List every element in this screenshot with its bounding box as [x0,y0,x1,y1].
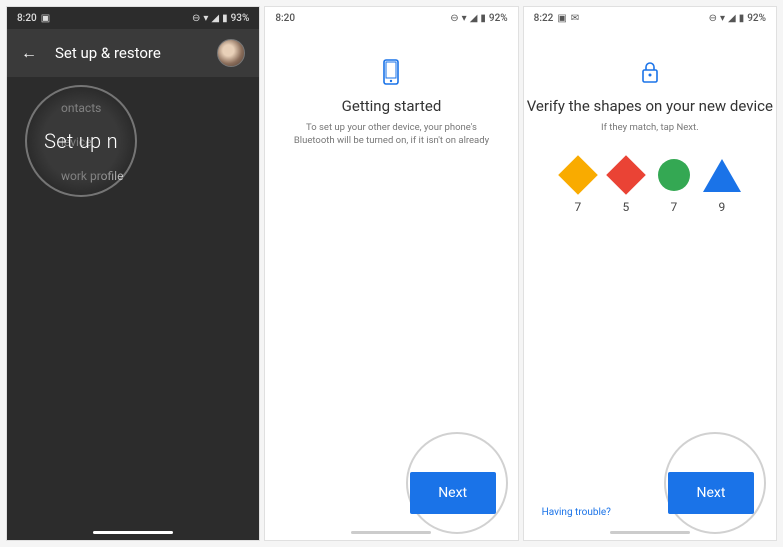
triangle-icon [703,156,741,194]
dnd-icon: ⊖ [709,13,717,24]
battery-pct: 93% [231,13,250,24]
setup-content: Verify the shapes on your new device If … [524,29,776,214]
back-icon[interactable]: ← [21,43,37,63]
battery-icon: ▮ [222,13,228,24]
battery-pct: 92% [747,13,766,24]
avatar[interactable] [217,39,245,67]
status-time: 8:22 [534,13,554,24]
screenshot-verify-shapes: 8:22 ▣ ✉ ⊖ ▾ ◢ ▮ 92% Verify the shapes o… [523,6,777,541]
shape-row: 7 5 7 9 [524,156,776,214]
dnd-icon: ⊖ [450,13,458,24]
setup-content: Getting started To set up your other dev… [265,29,517,148]
wifi-icon: ▾ [720,13,725,24]
mail-icon: ✉ [571,13,579,24]
statusbar: 8:20 ▣ ⊖ ▾ ◢ ▮ 93% [7,7,259,29]
phone-icon [378,59,404,85]
lock-icon [637,59,663,85]
next-button[interactable]: Next [668,472,754,514]
diamond-icon [607,156,645,194]
nav-pill-icon[interactable] [351,531,431,534]
shape-item: 9 [703,156,741,214]
signal-icon: ◢ [211,13,219,24]
dnd-icon: ⊖ [192,13,200,24]
battery-icon: ▮ [739,13,745,24]
navbar [7,531,259,534]
circle-icon [655,156,693,194]
statusbar: 8:22 ▣ ✉ ⊖ ▾ ◢ ▮ 92% [524,7,776,29]
shape-value: 7 [670,200,677,214]
shape-item: 7 [655,156,693,214]
nav-pill-icon[interactable] [93,531,173,534]
battery-icon: ▮ [480,13,486,24]
battery-pct: 92% [489,13,508,24]
navbar [265,531,517,534]
signal-icon: ◢ [470,13,478,24]
screenshot-icon: ▣ [557,13,566,24]
wifi-icon: ▾ [203,13,208,24]
next-button[interactable]: Next [410,472,496,514]
highlight-label: Set up n [44,129,118,153]
shape-value: 5 [622,200,629,214]
diamond-icon [559,156,597,194]
shape-value: 9 [718,200,725,214]
setup-subtitle: If they match, tap Next. [524,121,776,134]
nav-pill-icon[interactable] [610,531,690,534]
next-button-label: Next [697,485,726,501]
wifi-icon: ▾ [462,13,467,24]
setup-subtitle: To set up your other device, your phone'… [265,121,517,148]
shape-value: 7 [574,200,581,214]
screenshot-getting-started: 8:20 ⊖ ▾ ◢ ▮ 92% Getting started To set … [264,6,518,541]
shape-item: 5 [607,156,645,214]
highlight-ring: Set up n [25,85,137,197]
status-time: 8:20 [17,13,37,24]
shape-item: 7 [559,156,597,214]
screenshot-settings: 8:20 ▣ ⊖ ▾ ◢ ▮ 93% ← Set up & restore on… [6,6,260,541]
setup-title: Verify the shapes on your new device [524,97,776,115]
help-link[interactable]: Having trouble? [542,507,611,518]
setup-title: Getting started [265,97,517,115]
signal-icon: ◢ [728,13,736,24]
navbar [524,531,776,534]
screenshot-icon: ▣ [41,13,50,24]
page-title: Set up & restore [55,44,199,62]
appbar: ← Set up & restore [7,29,259,77]
statusbar: 8:20 ⊖ ▾ ◢ ▮ 92% [265,7,517,29]
next-button-label: Next [438,485,467,501]
status-time: 8:20 [275,13,295,24]
